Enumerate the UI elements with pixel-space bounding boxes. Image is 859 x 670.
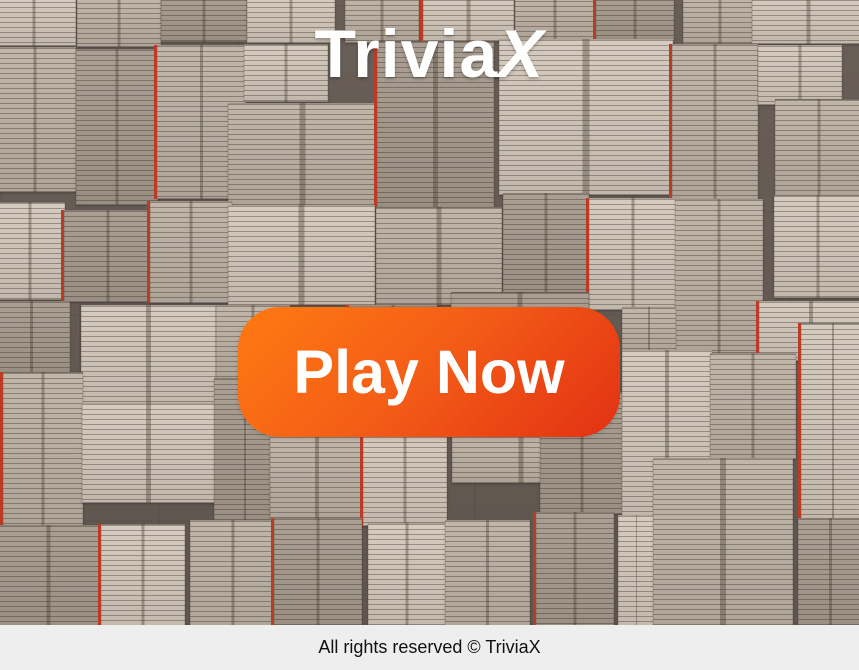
brand-title-x: X: [498, 16, 545, 92]
book-page: [150, 201, 232, 303]
book-page: [274, 518, 362, 625]
book-page: [363, 436, 447, 526]
book-page: [64, 210, 152, 302]
book-page: [228, 103, 377, 207]
book-page: [710, 353, 796, 459]
book-page: [622, 307, 676, 353]
book-page: [0, 202, 65, 300]
book-page: [101, 524, 185, 625]
book-page: [801, 323, 859, 521]
book-page: [774, 195, 859, 298]
book-page: [675, 199, 763, 353]
book-page: [81, 305, 216, 407]
book-page: [228, 205, 375, 305]
book-page: [3, 372, 83, 530]
book-page: [82, 403, 215, 503]
trivia-landing-page: TriviaX Play Now All rights reserved © T…: [0, 0, 859, 670]
book-page: [270, 436, 364, 520]
book-page: [445, 520, 530, 625]
copyright-text: All rights reserved © TriviaX: [318, 637, 541, 657]
book-page: [798, 518, 859, 625]
book-page: [618, 515, 655, 625]
brand-title-main: Trivia: [314, 16, 499, 92]
book-page: [589, 198, 677, 310]
book-page: [653, 458, 793, 625]
open-books-background: TriviaX Play Now: [0, 0, 859, 625]
play-now-button[interactable]: Play Now: [238, 307, 620, 437]
book-page: [368, 523, 446, 625]
book-page: [536, 512, 614, 625]
book-page: [0, 301, 70, 375]
book-page: [376, 207, 502, 305]
footer: All rights reserved © TriviaX: [0, 625, 859, 670]
book-page: [503, 193, 589, 302]
brand-title: TriviaX: [0, 13, 859, 95]
book-page: [190, 520, 276, 625]
book-page: [775, 99, 859, 197]
book-page: [0, 525, 102, 625]
